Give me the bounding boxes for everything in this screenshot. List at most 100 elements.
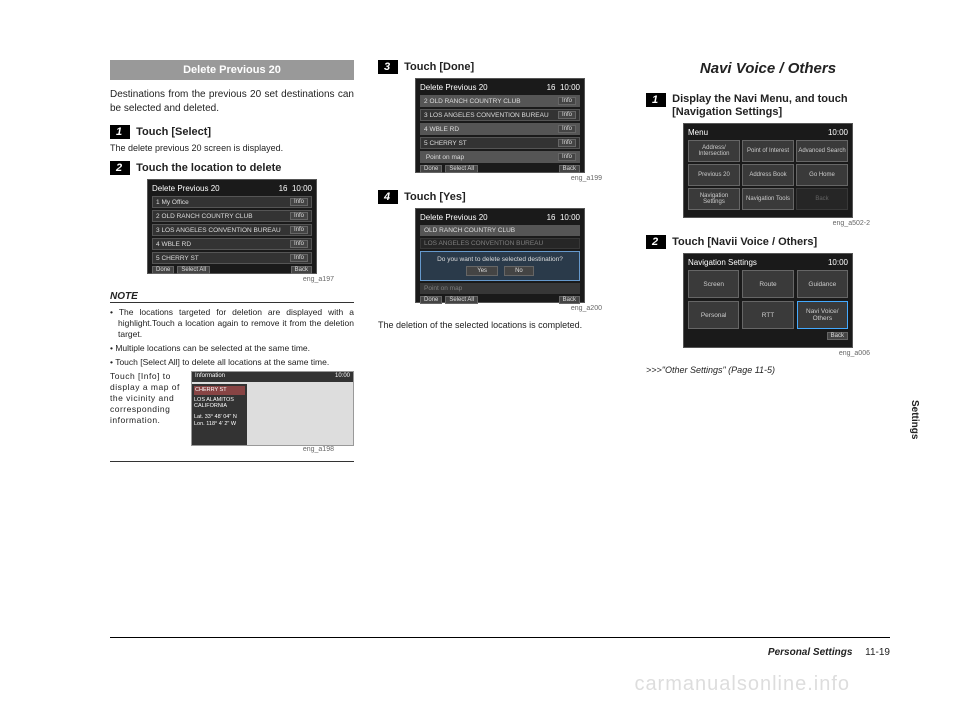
row-label: OLD RANCH COUNTRY CLUB — [424, 227, 515, 234]
screenshot-settings: Navigation Settings 10:00 Screen Route G… — [683, 253, 853, 348]
shot-title: Delete Previous 20 — [152, 184, 220, 193]
step-2: 2 Touch [Navii Voice / Others] — [646, 235, 890, 249]
screenshot-done: Delete Previous 20 16 10:00 2 OLD RANCH … — [415, 78, 585, 173]
back-button[interactable]: Back — [291, 266, 312, 274]
map-title: Information — [195, 373, 225, 381]
step-number: 1 — [110, 125, 130, 139]
divider — [110, 461, 354, 462]
row-label: OLD RANCH COUNTRY CLUB — [429, 98, 520, 105]
menu-addressbook[interactable]: Address Book — [742, 164, 794, 186]
menu-back[interactable]: Back — [796, 188, 848, 210]
manual-page: Delete Previous 20 Destinations from the… — [0, 0, 960, 492]
select-all-button[interactable]: Select All — [177, 266, 210, 274]
settings-rtt[interactable]: RTT — [742, 301, 793, 329]
row-num: 1 — [156, 199, 160, 206]
row-num: 5 — [156, 255, 160, 262]
step-1-sub: The delete previous 20 screen is display… — [110, 143, 354, 153]
back-button[interactable]: Back — [559, 165, 580, 173]
info-button[interactable]: Info — [558, 139, 576, 147]
shot-time: 10:00 — [560, 83, 580, 92]
info-button[interactable]: Info — [290, 198, 308, 206]
caption: eng_a197 — [110, 276, 354, 283]
step-number: 4 — [378, 190, 398, 204]
watermark: carmanualsonline.info — [634, 673, 850, 696]
shot-time: 10:00 — [560, 213, 580, 222]
screenshot-confirm: Delete Previous 20 16 10:00 OLD RANCH CO… — [415, 208, 585, 303]
info-button[interactable]: Info — [558, 97, 576, 105]
done-button[interactable]: Done — [420, 165, 442, 173]
menu-gohome[interactable]: Go Home — [796, 164, 848, 186]
settings-route[interactable]: Route — [742, 270, 793, 298]
menu-navsettings[interactable]: Navigation Settings — [688, 188, 740, 210]
column-2: 3 Touch [Done] Delete Previous 20 16 10:… — [378, 60, 622, 462]
no-button[interactable]: No — [504, 266, 534, 276]
step-label: Touch [Done] — [404, 61, 474, 73]
shot-title: Delete Previous 20 — [420, 213, 488, 222]
back-button[interactable]: Back — [827, 332, 848, 340]
done-button[interactable]: Done — [152, 266, 174, 274]
shot-title: Delete Previous 20 — [420, 83, 488, 92]
note-list: The locations targeted for deletion are … — [110, 307, 354, 368]
side-tab: Settings — [909, 400, 920, 439]
footer-divider — [110, 637, 890, 638]
result-text: The deletion of the selected locations i… — [378, 320, 622, 330]
settings-guidance[interactable]: Guidance — [797, 270, 848, 298]
screenshot-menu: Menu 10:00 Address/ Intersection Point o… — [683, 123, 853, 218]
done-button[interactable]: Done — [420, 296, 442, 304]
step-number: 2 — [110, 161, 130, 175]
info-button[interactable]: Info — [558, 125, 576, 133]
menu-poi[interactable]: Point of Interest — [742, 140, 794, 162]
back-button[interactable]: Back — [559, 296, 580, 304]
step-label: Display the Navi Menu, and touch [Naviga… — [672, 93, 890, 119]
info-button[interactable]: Info — [290, 254, 308, 262]
step-label: Touch [Select] — [136, 126, 211, 138]
step-label: Touch [Navii Voice / Others] — [672, 236, 817, 248]
row-label: My Office — [161, 199, 188, 206]
step-1: 1 Display the Navi Menu, and touch [Navi… — [646, 93, 890, 119]
row-label: Point on map — [424, 285, 462, 292]
row-num: 4 — [424, 126, 428, 133]
caption: eng_a199 — [378, 175, 622, 182]
info-button[interactable]: Info — [290, 226, 308, 234]
map-lat: Lat. 33° 48' 04" N — [194, 414, 245, 421]
row-num: 2 — [156, 213, 160, 220]
caption: eng_a006 — [646, 350, 890, 357]
row-label: LOS ANGELES CONVENTION BUREAU — [429, 112, 548, 119]
settings-voice-others[interactable]: Navi Voice/ Others — [797, 301, 848, 329]
step-number: 2 — [646, 235, 666, 249]
menu-address[interactable]: Address/ Intersection — [688, 140, 740, 162]
shot-count: 16 — [547, 83, 556, 92]
settings-personal[interactable]: Personal — [688, 301, 739, 329]
menu-navtools[interactable]: Navigation Tools — [742, 188, 794, 210]
yes-button[interactable]: Yes — [466, 266, 498, 276]
step-1: 1 Touch [Select] — [110, 125, 354, 139]
info-button[interactable]: Info — [558, 111, 576, 119]
info-button[interactable]: Info — [290, 240, 308, 248]
row-num: 3 — [424, 112, 428, 119]
row-label: CHERRY ST — [161, 255, 198, 262]
row-label: LOS ANGELES CONVENTION BUREAU — [161, 227, 280, 234]
shot-time: 10:00 — [828, 258, 848, 267]
row-label: LOS ANGELES CONVENTION BUREAU — [424, 240, 543, 247]
intro-text: Destinations from the previous 20 set de… — [110, 88, 354, 115]
note-item: Multiple locations can be selected at th… — [110, 343, 354, 354]
shot-count: 16 — [547, 213, 556, 222]
confirm-dialog: Do you want to delete selected destinati… — [420, 251, 580, 281]
menu-previous[interactable]: Previous 20 — [688, 164, 740, 186]
section-heading: Navi Voice / Others — [646, 60, 890, 77]
note-info-text: Touch [Info] to display a map of the vic… — [110, 371, 185, 426]
row-label: WBLE RD — [161, 241, 191, 248]
footer-section: Personal Settings — [768, 647, 852, 658]
select-all-button[interactable]: Select All — [445, 165, 478, 173]
settings-screen[interactable]: Screen — [688, 270, 739, 298]
caption: eng_a198 — [110, 446, 354, 453]
step-label: Touch [Yes] — [404, 191, 466, 203]
screenshot-delete-list: Delete Previous 20 16 10:00 1 My OfficeI… — [147, 179, 317, 274]
info-button[interactable]: Info — [290, 212, 308, 220]
row-num: 4 — [156, 241, 160, 248]
info-map: Information 10:00 CHERRY ST LOS ALAMITOS… — [191, 371, 354, 446]
step-number: 3 — [378, 60, 398, 74]
menu-advanced[interactable]: Advanced Search — [796, 140, 848, 162]
select-all-button[interactable]: Select All — [445, 296, 478, 304]
info-button[interactable]: Info — [558, 153, 576, 161]
